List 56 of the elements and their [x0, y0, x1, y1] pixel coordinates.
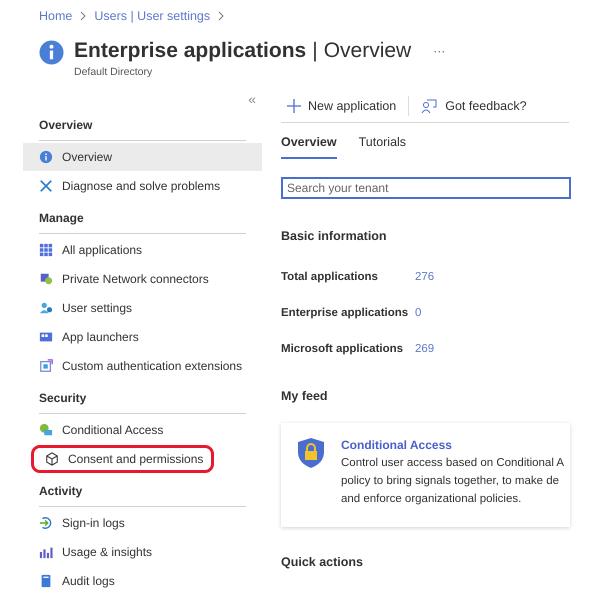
card-text: and enforce organizational policies. [341, 492, 522, 508]
page-title: Enterprise applications [74, 38, 306, 64]
card-text: policy to bring signals together, to make de [341, 474, 560, 490]
new-application-button[interactable]: New application [281, 96, 396, 116]
search-field[interactable]: Search your tenant [281, 176, 571, 199]
sidebar-item[interactable]: Private Network connectors [23, 264, 209, 292]
chevron-icon [80, 11, 86, 22]
info-value[interactable]: 276 [415, 269, 434, 287]
section-heading: Activity [38, 483, 84, 500]
section-heading: Manage [38, 210, 85, 227]
cube-icon [45, 452, 59, 466]
log-icon [39, 574, 53, 588]
info-icon [39, 40, 64, 65]
more-button[interactable]: ··· [433, 42, 446, 60]
card-title[interactable]: Conditional Access [341, 436, 564, 454]
info-icon [39, 150, 53, 164]
sidebar-item[interactable]: Sign-in logs [23, 508, 125, 536]
feedback-button[interactable]: Got feedback? [421, 96, 527, 116]
sidebar-item[interactable]: Custom authentication extensions [23, 352, 242, 380]
section-title: Basic information [281, 228, 388, 245]
sidebar-item[interactable]: Diagnose and solve problems [23, 172, 220, 200]
section-heading: Overview [38, 117, 94, 134]
bar-chart-icon [39, 544, 53, 558]
section-title: My feed [281, 388, 329, 405]
sidebar-item[interactable]: Overview [23, 142, 262, 170]
grid-icon [39, 242, 53, 256]
collapse-button[interactable]: « [248, 91, 256, 107]
title-separator: | [312, 38, 318, 64]
shield-lock-icon [297, 437, 325, 470]
extension-icon [39, 358, 53, 372]
tab[interactable]: Overview [281, 133, 337, 159]
info-label: Microsoft applications [281, 342, 404, 358]
page-subtitle: Default Directory [74, 65, 154, 80]
sidebar-item[interactable]: Conditional Access [23, 416, 164, 444]
sign-in-icon [39, 516, 53, 530]
sidebar-item[interactable]: Consent and permissions [31, 444, 214, 472]
section-title: Quick actions [281, 554, 364, 572]
breadcrumb-link[interactable]: Home [39, 7, 72, 26]
sidebar-item[interactable]: All applications [23, 236, 142, 264]
chevron-icon [218, 11, 224, 22]
section-heading: Security [38, 390, 88, 407]
sidebar-item[interactable]: Audit logs [23, 566, 115, 594]
card-text: Control user access based on Conditional A [341, 456, 564, 472]
sidebar-item[interactable]: User settings [23, 294, 132, 322]
breadcrumb-link[interactable]: Users | User settings [94, 7, 210, 26]
launcher-icon [39, 330, 53, 344]
feedback-icon [421, 98, 438, 114]
tab[interactable]: Tutorials [358, 133, 406, 159]
info-value[interactable]: 269 [415, 341, 434, 359]
info-label: Total applications [281, 270, 379, 286]
plus-icon [287, 99, 301, 113]
info-value[interactable]: 0 [415, 305, 422, 323]
info-label: Enterprise applications [281, 306, 410, 322]
sidebar-item[interactable]: App launchers [23, 322, 139, 350]
page-section: Overview [324, 34, 412, 66]
sidebar-item[interactable]: Usage & insights [23, 538, 152, 566]
